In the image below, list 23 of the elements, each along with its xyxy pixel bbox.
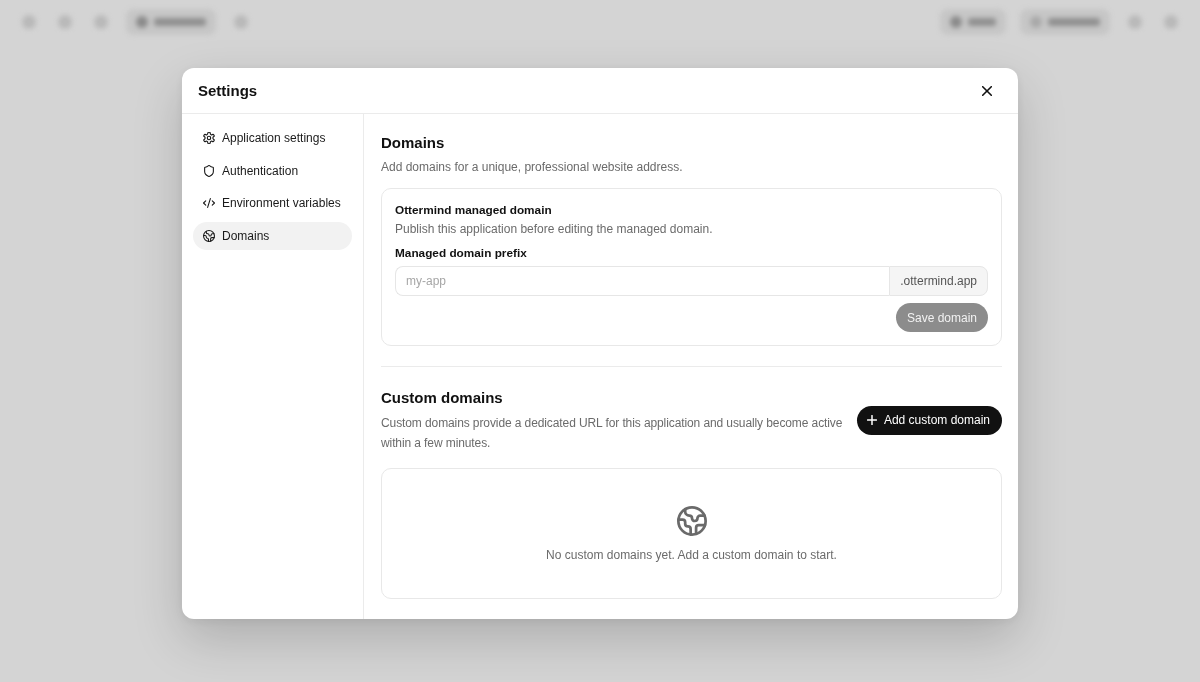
sidebar-item[interactable]: Application settings (193, 124, 352, 152)
close-icon (982, 85, 992, 96)
globe-icon (203, 229, 215, 242)
dialog-title: Settings (198, 82, 258, 99)
card-title: Ottermind managed domain (395, 202, 553, 219)
plus-icon (866, 415, 877, 425)
section-description: Custom domains provide a dedicated URL for this application and usually become active within a few minutes. (381, 415, 844, 452)
field-label: Managed domain prefix (395, 245, 528, 262)
code-icon (203, 197, 215, 209)
gear-icon (203, 132, 215, 144)
sidebar-item[interactable]: Authentication (193, 156, 352, 185)
add-domain-button[interactable]: Add custom domain (856, 405, 1002, 435)
sidebar-item[interactable]: Domains (193, 221, 352, 250)
section-description: Add domains for a unique, professional website address. (381, 159, 684, 176)
shield-icon (203, 164, 215, 177)
card-description: Publish this application before editing the managed domain. (395, 221, 714, 238)
domain-suffix: .ottermind.app (889, 266, 988, 296)
sidebar-item[interactable]: Environment variables (193, 189, 352, 217)
globe-icon (676, 506, 707, 536)
empty-state-message: No custom domains yet. Add a custom domain to start. (546, 547, 837, 564)
section-title: Custom domains (381, 388, 504, 408)
section-title: Domains (381, 133, 446, 153)
input-field[interactable]: my-app (395, 266, 890, 296)
